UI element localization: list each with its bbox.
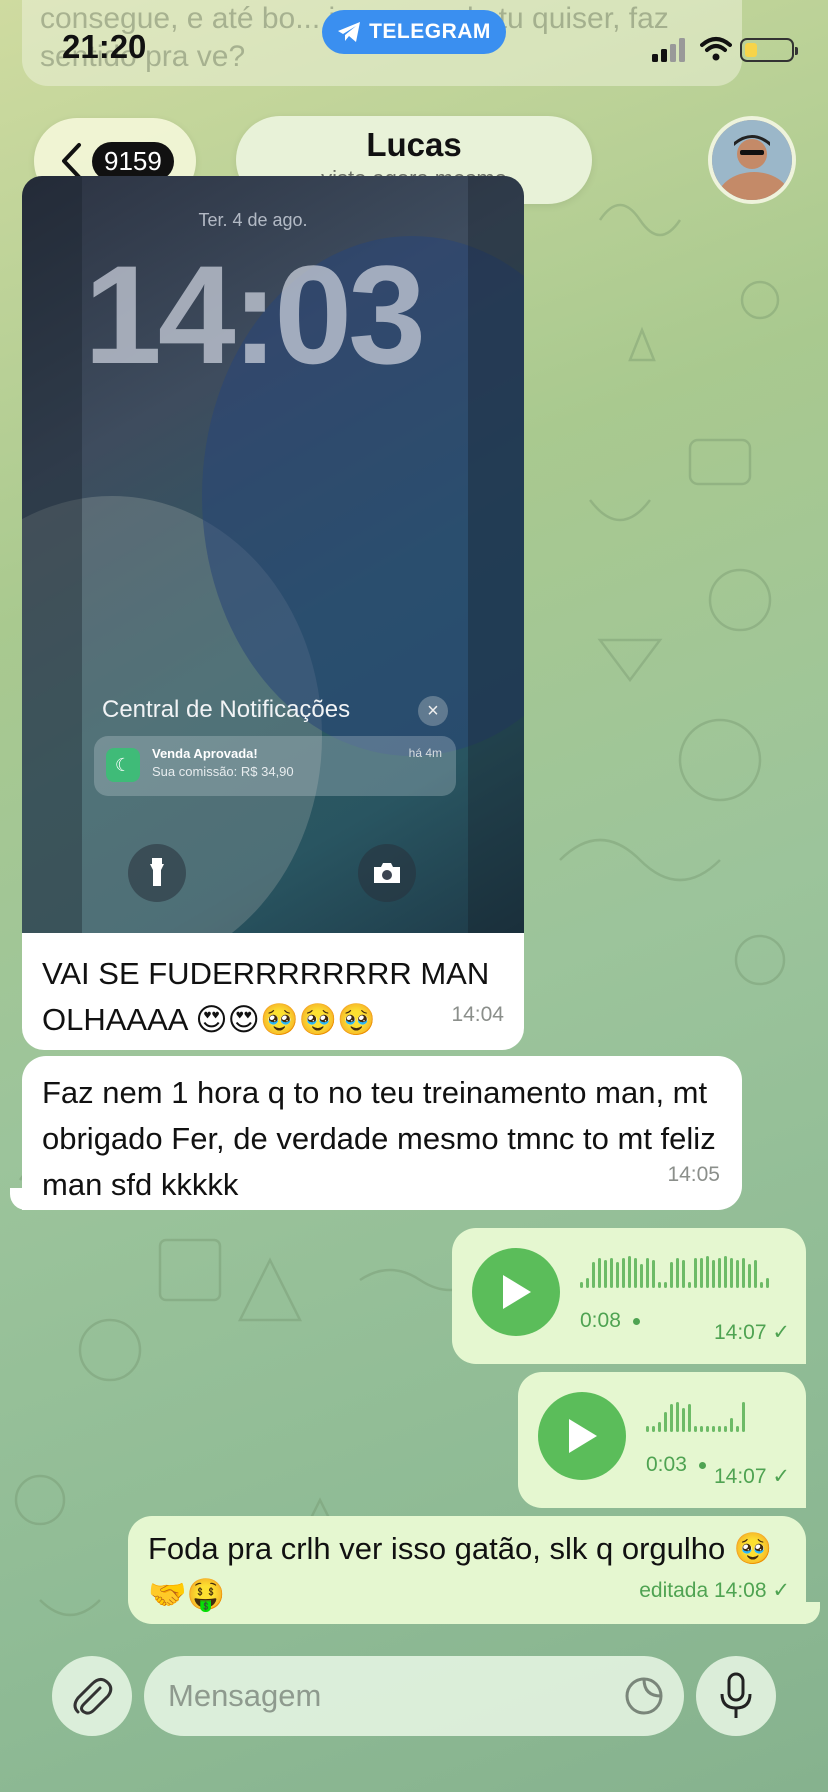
paperclip-icon — [73, 1677, 113, 1715]
message-time: editada 14:08 ✓ — [639, 1579, 790, 1602]
cellular-signal-icon — [652, 38, 685, 62]
status-bar: consegue, e até bo... isso quando tu qui… — [0, 0, 828, 100]
play-icon — [503, 1275, 531, 1309]
play-button[interactable] — [538, 1392, 626, 1480]
outgoing-message[interactable]: Foda pra crlh ver isso gatão, slk q orgu… — [128, 1516, 806, 1624]
unread-count-badge: 9159 — [92, 141, 174, 181]
message-text: VAI SE FUDERRRRRRRR MAN OLHAAAA 😍😍🥹🥹🥹 — [42, 956, 490, 1037]
microphone-icon — [720, 1672, 752, 1718]
message-input-placeholder: Mensagem — [168, 1678, 322, 1713]
message-time: 14:04 — [451, 1003, 504, 1026]
notification-card: ☾ Venda Aprovada! Sua comissão: R$ 34,90… — [94, 736, 456, 796]
message-text: Faz nem 1 hora q to no teu treinamento m… — [42, 1075, 716, 1202]
notification-app-title: Venda Aprovada! — [152, 746, 258, 761]
check-icon: ✓ — [772, 1465, 790, 1488]
status-time: 21:20 — [62, 28, 147, 65]
photo-message[interactable]: Ter. 4 de ago. 14:03 Central de Notifica… — [22, 176, 524, 933]
flashlight-icon — [128, 844, 186, 902]
close-icon: × — [418, 696, 448, 726]
wifi-icon — [700, 37, 732, 61]
waveform[interactable] — [646, 1398, 745, 1432]
notification-center-title: Central de Notificações — [102, 696, 351, 723]
waveform[interactable] — [580, 1254, 769, 1288]
microphone-button[interactable] — [696, 1656, 776, 1736]
message-input[interactable]: Mensagem — [144, 1656, 684, 1736]
telegram-plane-icon — [338, 22, 361, 42]
check-icon: ✓ — [772, 1579, 790, 1602]
message-time: 14:07 ✓ — [713, 1465, 790, 1488]
battery-icon — [740, 38, 798, 62]
lockscreen-time: 14:03 — [83, 236, 426, 393]
message-time: 14:07 ✓ — [713, 1321, 790, 1344]
voice-duration: 0:08 — [580, 1298, 640, 1344]
notification-time: há 4m — [408, 746, 442, 760]
camera-icon — [358, 844, 416, 902]
telegram-label: TELEGRAM — [369, 20, 491, 43]
chevron-left-icon — [62, 143, 81, 179]
voice-message[interactable]: 0:03 14:07 ✓ — [518, 1372, 806, 1508]
lockscreen-date: Ter. 4 de ago. — [198, 210, 308, 230]
play-icon — [569, 1419, 597, 1453]
telegram-pill[interactable]: TELEGRAM — [322, 10, 506, 54]
sticker-icon[interactable] — [624, 1676, 664, 1716]
avatar-photo — [712, 120, 792, 200]
app-moon-icon: ☾ — [106, 748, 140, 782]
message-time: 14:05 — [667, 1163, 720, 1186]
contact-name: Lucas — [366, 126, 462, 163]
voice-message[interactable]: 0:08 14:07 ✓ — [452, 1228, 806, 1364]
voice-duration: 0:03 — [646, 1442, 706, 1488]
incoming-message[interactable]: Faz nem 1 hora q to no teu treinamento m… — [22, 1056, 742, 1210]
play-button[interactable] — [472, 1248, 560, 1336]
attach-button[interactable] — [52, 1656, 132, 1736]
contact-avatar[interactable] — [708, 116, 796, 204]
incoming-message[interactable]: VAI SE FUDERRRRRRRR MAN OLHAAAA 😍😍🥹🥹🥹 14… — [22, 933, 524, 1050]
notification-body: Sua comissão: R$ 34,90 — [152, 764, 294, 779]
check-icon: ✓ — [772, 1321, 790, 1344]
